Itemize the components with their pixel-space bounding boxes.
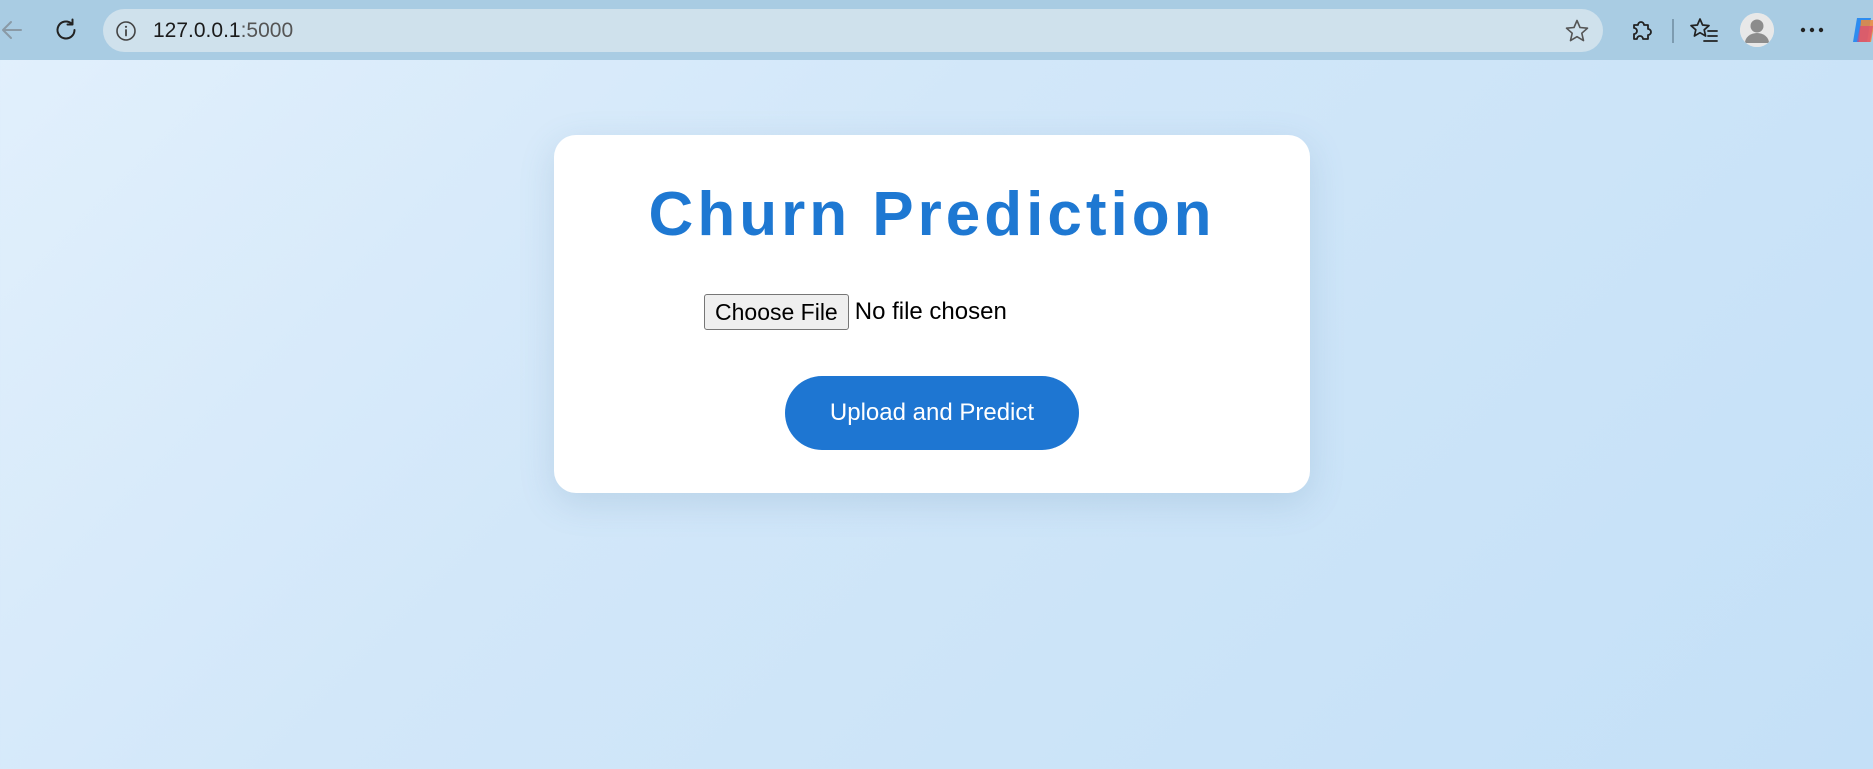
url-text[interactable]: 127.0.0.1:5000	[153, 9, 293, 52]
browser-toolbar: 127.0.0.1:5000	[0, 0, 1873, 60]
page-title: Churn Prediction	[648, 180, 1216, 249]
info-icon[interactable]	[113, 18, 139, 44]
file-status-text: No file chosen	[854, 298, 1007, 325]
url-host: 127.0.0.1	[153, 19, 241, 42]
avatar[interactable]	[1740, 13, 1774, 47]
favorites-list-icon[interactable]	[1684, 10, 1724, 50]
url-port: :5000	[240, 19, 294, 42]
toolbar-divider	[1672, 19, 1674, 43]
puzzle-icon[interactable]	[1622, 10, 1662, 50]
address-bar[interactable]: 127.0.0.1:5000	[103, 9, 1603, 52]
upload-card: Churn Prediction Choose File No file cho…	[554, 135, 1310, 493]
reload-icon[interactable]	[46, 10, 86, 50]
more-icon[interactable]	[1792, 10, 1832, 50]
copilot-icon[interactable]	[1851, 16, 1873, 44]
file-input[interactable]: Choose File No file chosen	[704, 294, 1007, 330]
upload-and-predict-button[interactable]: Upload and Predict	[785, 376, 1079, 450]
star-icon[interactable]	[1563, 17, 1591, 45]
back-arrow-icon[interactable]	[0, 10, 32, 50]
choose-file-button[interactable]: Choose File	[704, 294, 849, 330]
